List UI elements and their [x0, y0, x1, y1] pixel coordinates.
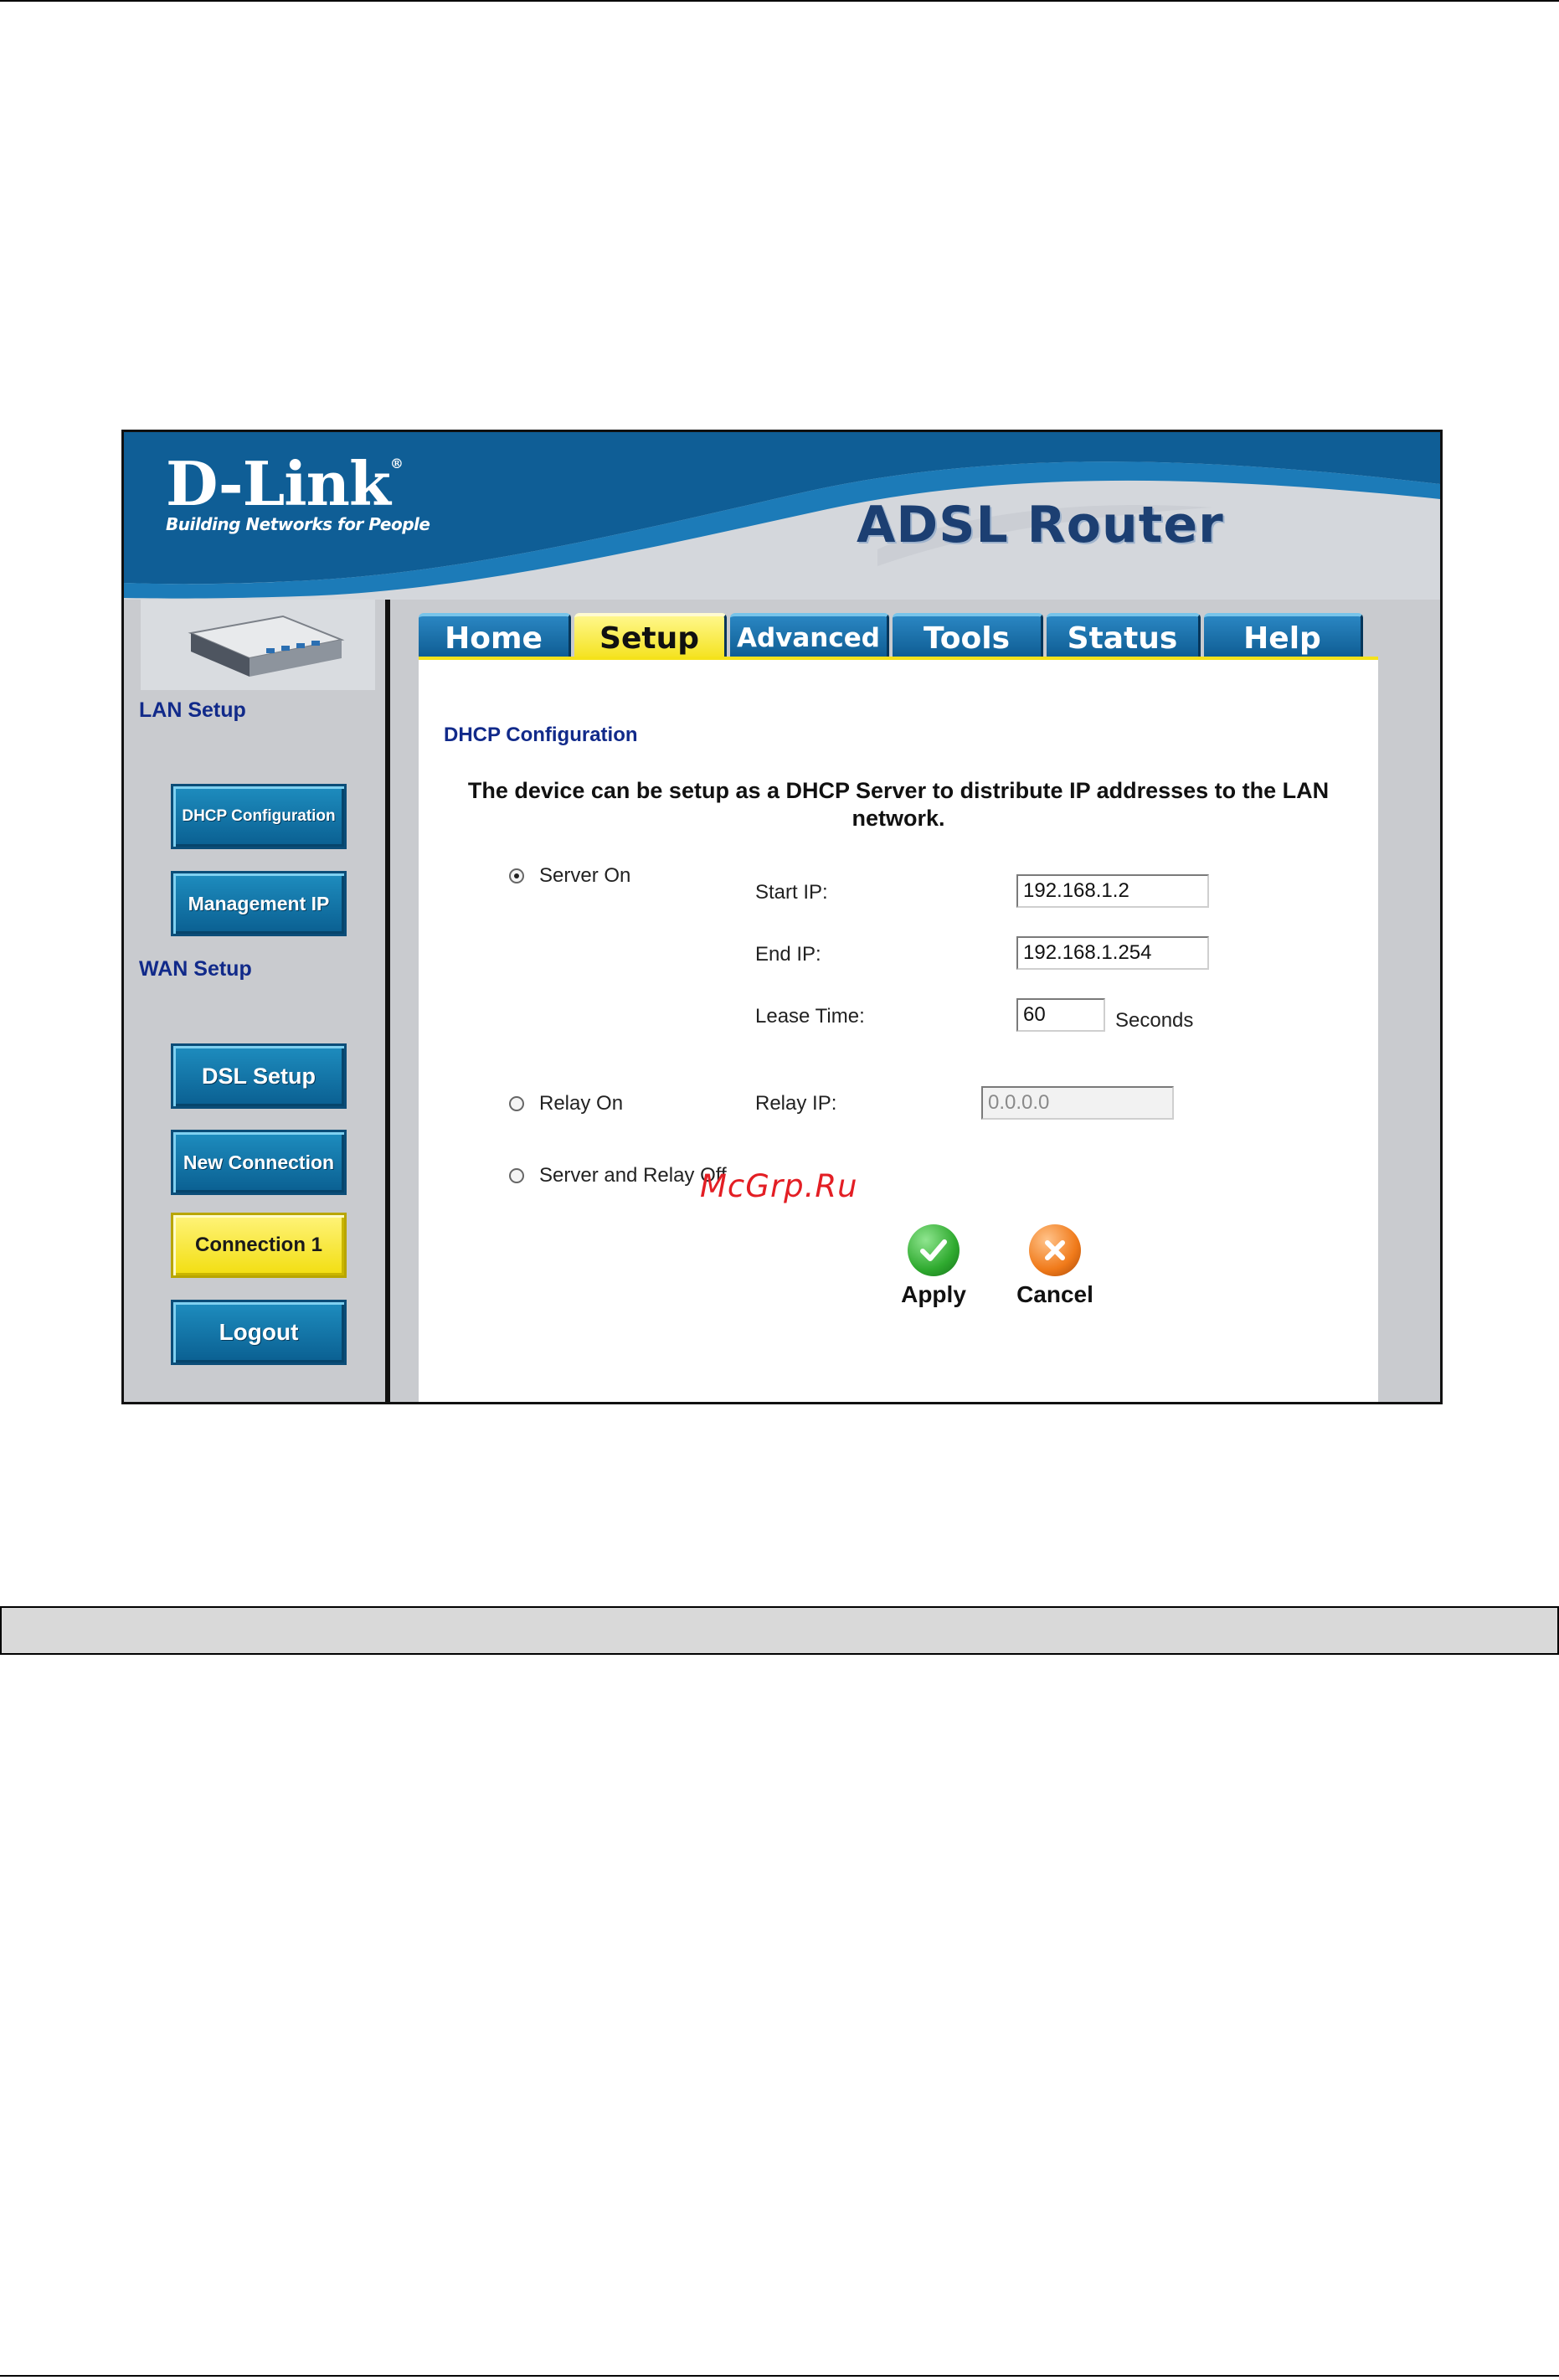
- tab-advanced[interactable]: Advanced: [730, 613, 889, 660]
- connection-1-button[interactable]: Connection 1: [171, 1213, 347, 1278]
- cancel-button[interactable]: Cancel: [1005, 1224, 1105, 1308]
- dlink-logo: D-Link® Building Networks for People: [166, 448, 430, 535]
- content-panel: DHCP Configuration The device can be set…: [419, 660, 1378, 1402]
- right-gutter: [1378, 600, 1440, 1402]
- server-relay-off-label: Server and Relay Off: [539, 1164, 727, 1187]
- start-ip-input[interactable]: [1016, 874, 1209, 908]
- tab-home[interactable]: Home: [419, 613, 571, 660]
- end-ip-input[interactable]: [1016, 936, 1209, 970]
- checkmark-icon: [908, 1224, 960, 1276]
- tab-tools[interactable]: Tools: [893, 613, 1043, 660]
- management-ip-button[interactable]: Management IP: [171, 871, 347, 936]
- server-on-option[interactable]: Server On: [509, 864, 630, 888]
- main-tabs: Home Setup Advanced Tools Status Help: [419, 600, 1378, 660]
- server-relay-off-radio[interactable]: [509, 1168, 524, 1183]
- tab-status[interactable]: Status: [1047, 613, 1201, 660]
- caption-bar: [0, 1606, 1559, 1655]
- router-device-icon: [141, 600, 375, 690]
- lan-setup-heading: LAN Setup: [139, 698, 246, 722]
- apply-button[interactable]: Apply: [888, 1224, 980, 1308]
- end-ip-label: End IP:: [755, 943, 821, 966]
- page-description: The device can be setup as a DHCP Server…: [467, 778, 1330, 831]
- product-name: ADSL Router: [857, 496, 1224, 554]
- server-relay-off-option[interactable]: Server and Relay Off: [509, 1164, 727, 1187]
- logout-button[interactable]: Logout: [171, 1300, 347, 1365]
- start-ip-label: Start IP:: [755, 881, 828, 904]
- server-on-label: Server On: [539, 864, 631, 887]
- relay-on-radio[interactable]: [509, 1096, 524, 1111]
- server-on-radio[interactable]: [509, 868, 524, 883]
- dsl-setup-button[interactable]: DSL Setup: [171, 1043, 347, 1109]
- lease-time-input[interactable]: [1016, 998, 1105, 1032]
- relay-on-option[interactable]: Relay On: [509, 1092, 623, 1115]
- relay-on-label: Relay On: [539, 1092, 624, 1115]
- x-mark-icon: [1029, 1224, 1081, 1276]
- relay-ip-input[interactable]: [981, 1086, 1174, 1120]
- lease-time-unit: Seconds: [1115, 1009, 1194, 1032]
- page-title: DHCP Configuration: [444, 724, 638, 746]
- page-top-rule: [0, 0, 1559, 2]
- apply-label: Apply: [901, 1281, 966, 1307]
- watermark: McGrp.Ru: [700, 1168, 858, 1204]
- router-ui-screenshot: D-Link® Building Networks for People ADS…: [121, 430, 1443, 1404]
- tab-setup[interactable]: Setup: [574, 613, 727, 660]
- dhcp-configuration-button[interactable]: DHCP Configuration: [171, 784, 347, 849]
- header-banner: D-Link® Building Networks for People ADS…: [124, 432, 1440, 600]
- logo-tagline: Building Networks for People: [166, 514, 430, 534]
- new-connection-button[interactable]: New Connection: [171, 1130, 347, 1195]
- cancel-label: Cancel: [1016, 1281, 1093, 1307]
- page-bottom-rule: [0, 2375, 1559, 2377]
- wan-setup-heading: WAN Setup: [139, 957, 252, 981]
- tab-help[interactable]: Help: [1204, 613, 1363, 660]
- lease-time-label: Lease Time:: [755, 1005, 865, 1028]
- sidebar-divider: [385, 600, 390, 1402]
- relay-ip-label: Relay IP:: [755, 1092, 837, 1115]
